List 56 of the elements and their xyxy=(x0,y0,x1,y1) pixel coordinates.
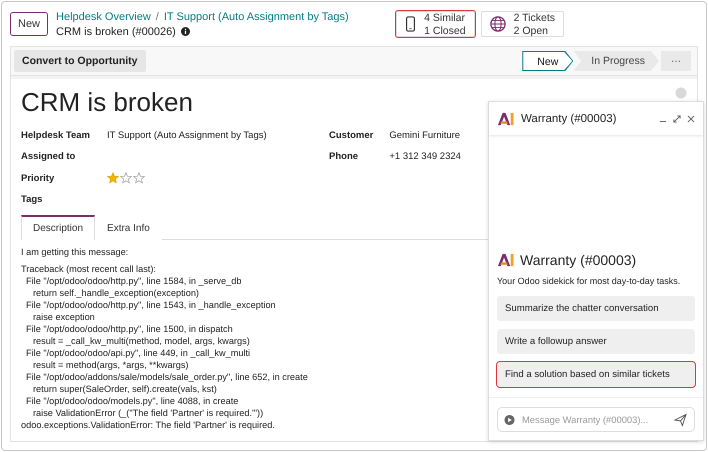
description-line: I am getting this message: xyxy=(21,246,128,258)
message-field[interactable]: Message Warranty (#00003)... xyxy=(497,407,695,432)
smart-button[interactable]: 4 Similar 1 Closed xyxy=(396,11,475,37)
chat-intro-title: Warranty (#00003) xyxy=(520,252,636,268)
field-label: Tags xyxy=(21,194,44,205)
ai-logo-icon xyxy=(497,111,514,126)
breadcrumb-separator: / xyxy=(156,10,159,22)
ai-logo-icon xyxy=(497,252,514,268)
description-line: File "/opt/odoo/odoo/http.py", line 1584, in _serve_db xyxy=(25,275,242,287)
field-label: Helpdesk Team xyxy=(21,130,91,141)
smart-button[interactable]: 2 Tickets 2 Open xyxy=(480,11,564,37)
description-line: return self._handle_exception(exception) xyxy=(32,287,199,299)
chat-intro-text: Your Odoo sidekick for most day-to-day tasks. xyxy=(497,276,682,286)
more-button[interactable]: ··· xyxy=(661,51,691,71)
field-value: IT Support (Auto Assignment by Tags) xyxy=(107,130,268,141)
info-icon[interactable] xyxy=(180,27,190,36)
description-line: result = method(args, *args, **kwargs) xyxy=(32,359,188,371)
field-label: Customer xyxy=(329,130,374,141)
breadcrumb-link[interactable]: Helpdesk Overview xyxy=(56,10,151,22)
field-value: Gemini Furniture xyxy=(389,130,461,141)
description-line: return super(SaleOrder, self).create(vals, kst) xyxy=(32,383,217,395)
send-icon[interactable] xyxy=(674,413,687,426)
chat-title: Warranty (#00003) xyxy=(521,112,618,125)
convert-button[interactable]: Convert to Opportunity xyxy=(14,50,146,72)
suggestion-button[interactable]: Write a followup answer xyxy=(497,329,695,354)
field-value: +1 312 349 2324 xyxy=(389,151,461,162)
record-title: CRM is broken (#00026) xyxy=(56,26,176,38)
breadcrumb-link[interactable]: IT Support (Auto Assignment by Tags) xyxy=(164,10,349,22)
stage-button[interactable]: New xyxy=(523,52,572,70)
field-label: Phone xyxy=(329,151,360,162)
description-line: File "/opt/odoo/addons/sale/models/sale_order.py", line 652, in create xyxy=(25,371,308,383)
stage-button[interactable]: In Progress xyxy=(573,51,659,71)
suggestion-button[interactable]: Summarize the chatter conversation xyxy=(497,296,695,321)
field-label: Assigned to xyxy=(21,151,76,162)
field-label: Priority xyxy=(21,172,56,184)
description-line: raise exception xyxy=(32,311,95,323)
description-line: File "/opt/odoo/odoo/http.py", line 1500, in dispatch xyxy=(25,323,233,335)
phone-icon xyxy=(405,16,416,32)
star-icon[interactable] xyxy=(133,172,145,184)
star-icon[interactable] xyxy=(107,172,119,184)
globe-icon xyxy=(490,16,506,32)
play-icon[interactable] xyxy=(504,414,515,425)
new-button[interactable]: New xyxy=(10,12,48,36)
description-line: result = _call_kw_multi(method, model, args, kwargs) xyxy=(32,335,250,347)
description-line: File "/opt/odoo/odoo/models.py", line 4088, in create xyxy=(25,395,238,407)
expand-icon[interactable] xyxy=(673,114,681,123)
close-icon[interactable] xyxy=(687,114,695,123)
suggestion-button[interactable]: Find a solution based on similar tickets xyxy=(497,362,695,387)
star-icon[interactable] xyxy=(120,172,132,184)
description-line: raise ValidationError (_("The field 'Partner' is required.'")) xyxy=(32,407,264,419)
tab[interactable]: Description xyxy=(21,215,96,240)
description-line: odoo.exceptions.ValidationError: The field 'Partner' is required. xyxy=(21,419,275,431)
description-line: Traceback (most recent call last): xyxy=(21,263,156,275)
description-line: File "/opt/odoo/odoo/api.py", line 449, in _call_kw_multi xyxy=(25,347,250,359)
description-line: File "/opt/odoo/odoo/http.py", line 1543, in _handle_exception xyxy=(25,299,276,311)
ticket-title: CRM is broken xyxy=(21,87,193,118)
